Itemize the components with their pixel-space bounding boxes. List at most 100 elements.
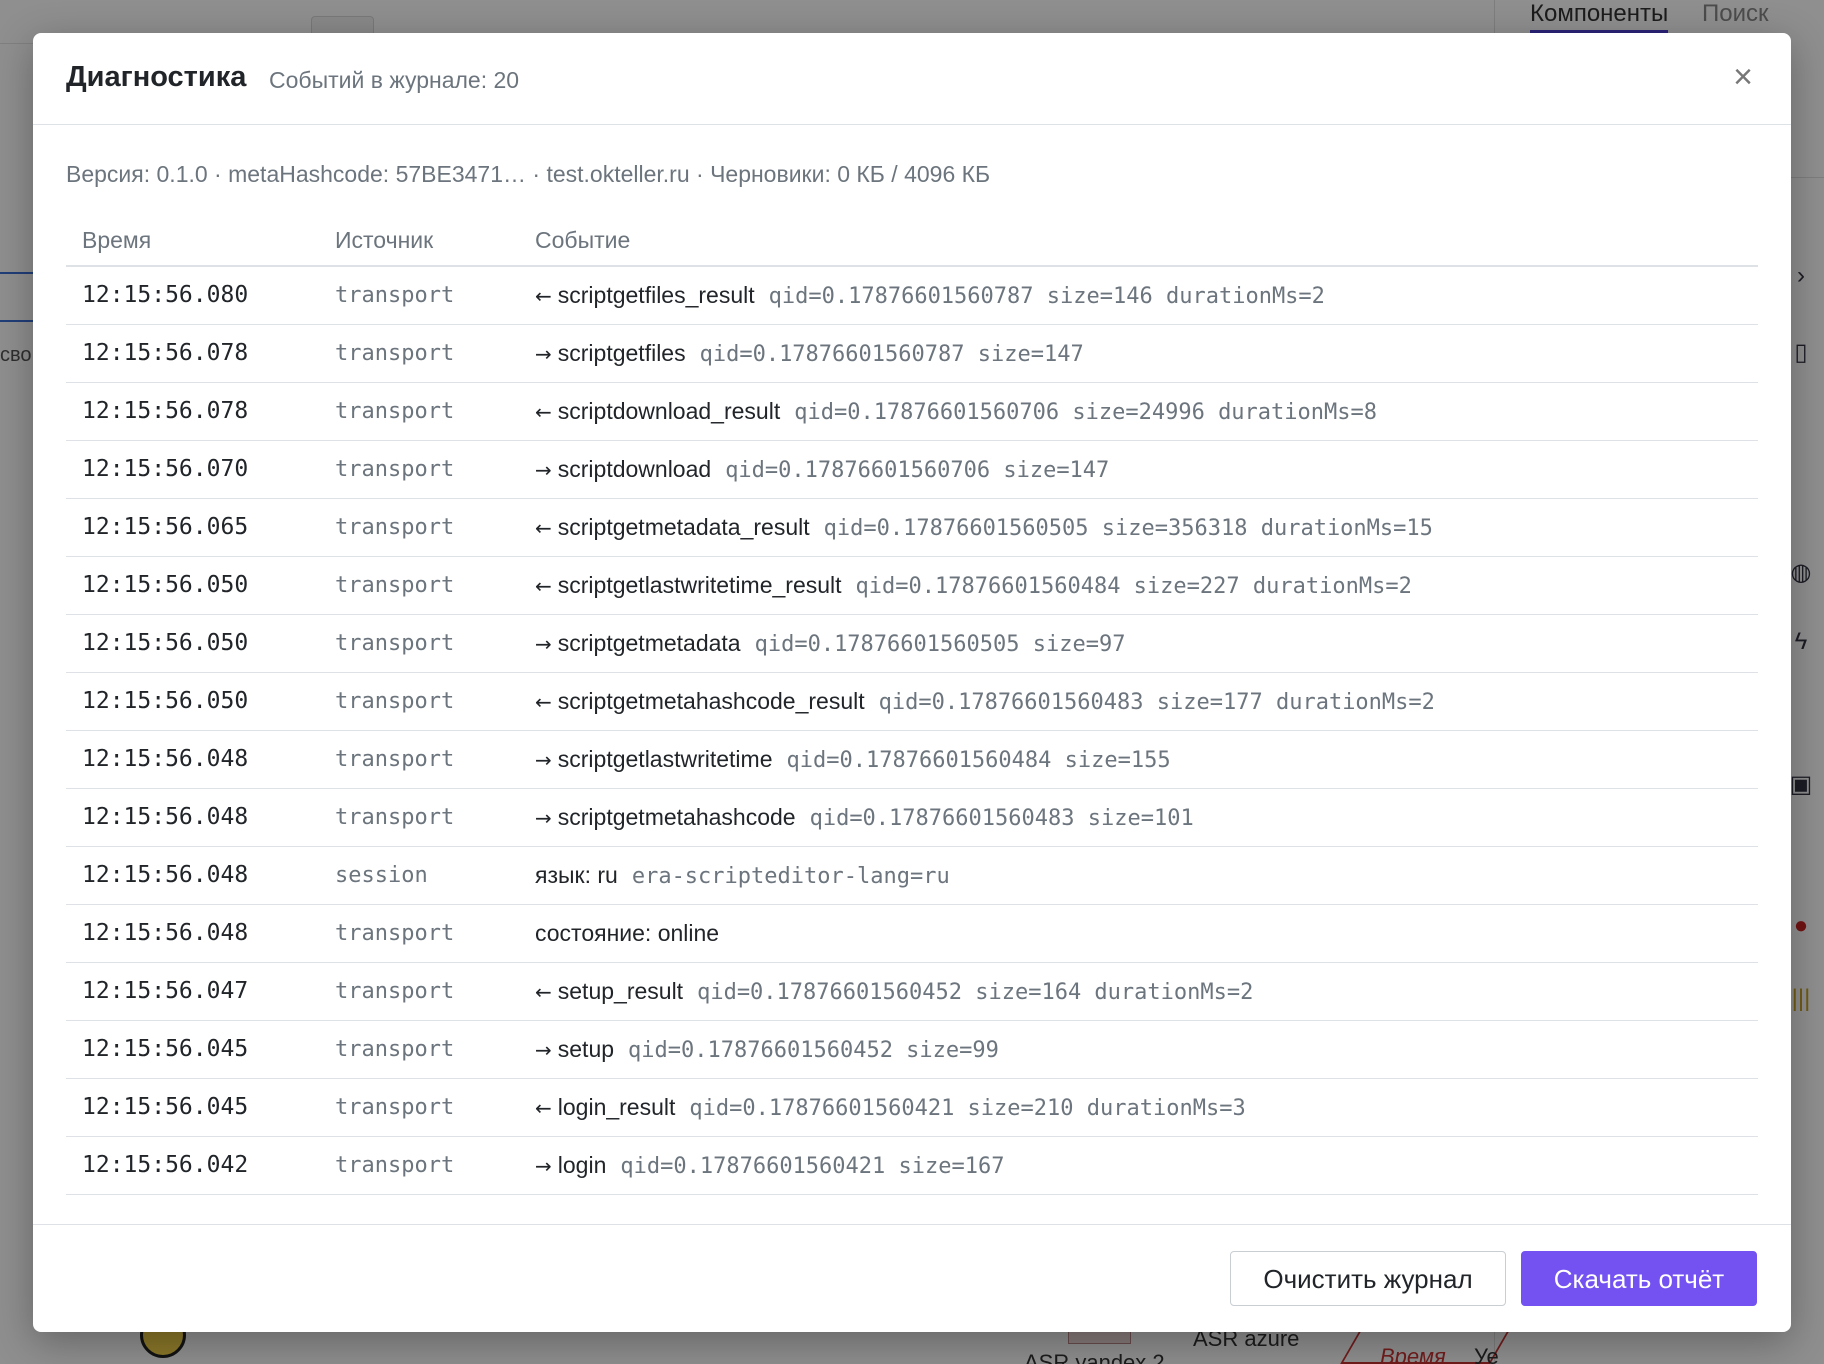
table-row: 12:15:56.048 transport → scriptgetlastwrite… — [66, 730, 1758, 789]
event-source: transport — [319, 266, 519, 325]
event-cell: → login qid=0.17876601560421 size=167 — [519, 1136, 1758, 1195]
event-source: transport — [319, 382, 519, 441]
event-detail: qid=0.17876601560787 size=147 — [699, 341, 1084, 367]
event-name: scriptgetlastwritetime_result — [557, 571, 842, 598]
event-cell: → scriptdownload qid=0.17876601560706 size… — [519, 440, 1758, 499]
event-time: 12:15:56.065 — [66, 498, 319, 557]
table-row: 12:15:56.050 transport ← scriptgetlastwrite… — [66, 556, 1758, 615]
event-cell: → setup qid=0.17876601560452 size=99 — [519, 1020, 1758, 1079]
event-cell: ← scriptgetmetadata_result qid=0.178766015… — [519, 498, 1758, 557]
event-detail: qid=0.17876601560505 size=356318 duratio… — [823, 515, 1433, 541]
event-cell: ← scriptdownload_result qid=0.178766015607… — [519, 382, 1758, 441]
direction-arrow-icon: ← — [535, 1095, 552, 1120]
event-count: Событий в журнале: 20 — [269, 67, 520, 93]
event-source: transport — [319, 672, 519, 731]
event-cell: ← login_result qid=0.17876601560421 size=2… — [519, 1078, 1758, 1137]
table-row: 12:15:56.047 transport ← setup_result qid=0.… — [66, 962, 1758, 1021]
direction-arrow-icon: ← — [535, 399, 552, 424]
diagnostics-info: Версия: 0.1.0 · metaHashcode: 57BE3471… … — [66, 161, 991, 187]
event-time: 12:15:56.048 — [66, 788, 319, 847]
event-cell: ← scriptgetlastwritetime_result qid=0.1787… — [519, 556, 1758, 615]
event-source: transport — [319, 614, 519, 673]
event-source: transport — [319, 324, 519, 383]
download-report-button[interactable]: Скачать отчёт — [1521, 1251, 1757, 1306]
event-time: 12:15:56.042 — [66, 1136, 319, 1195]
direction-arrow-icon: → — [535, 457, 552, 482]
table-row: 12:15:56.048 transport состояние: online — [66, 904, 1758, 963]
event-detail: qid=0.17876601560505 size=97 — [754, 631, 1126, 657]
event-name: scriptgetlastwritetime — [557, 745, 773, 772]
column-header-source: Источник — [319, 215, 519, 267]
direction-arrow-icon: → — [535, 341, 552, 366]
table-row: 12:15:56.065 transport ← scriptgetmetadata_… — [66, 498, 1758, 557]
event-detail: qid=0.17876601560452 size=99 — [628, 1037, 999, 1063]
table-row: 12:15:56.050 transport → scriptgetmetadata q… — [66, 614, 1758, 673]
event-detail: qid=0.17876601560706 size=24996 duration… — [794, 399, 1378, 425]
event-time: 12:15:56.070 — [66, 440, 319, 499]
event-source: session — [319, 846, 519, 905]
close-button[interactable]: × — [1723, 57, 1763, 97]
event-time: 12:15:56.050 — [66, 672, 319, 731]
event-cell: → scriptgetmetahashcode qid=0.178766015604… — [519, 788, 1758, 847]
event-source: transport — [319, 962, 519, 1021]
event-detail: qid=0.17876601560787 size=146 durationMs… — [768, 283, 1325, 309]
event-name: scriptdownload — [557, 455, 712, 482]
event-name: setup — [557, 1035, 615, 1062]
table-row: 12:15:56.048 session язык: ru era-scriptedi… — [66, 846, 1758, 905]
event-cell: язык: ru era-scripteditor-lang=ru — [519, 846, 1758, 905]
event-time: 12:15:56.048 — [66, 846, 319, 905]
table-row: 12:15:56.070 transport → scriptdownload qid=… — [66, 440, 1758, 499]
event-detail: qid=0.17876601560421 size=210 durationMs… — [689, 1095, 1246, 1121]
direction-arrow-icon: ← — [535, 283, 552, 308]
table-row: 12:15:56.078 transport ← scriptdownload_res… — [66, 382, 1758, 441]
event-source: transport — [319, 440, 519, 499]
clear-log-button[interactable]: Очистить журнал — [1230, 1251, 1506, 1306]
event-cell: ← scriptgetmetahashcode_result qid=0.17876… — [519, 672, 1758, 731]
event-cell: → scriptgetfiles qid=0.17876601560787 size… — [519, 324, 1758, 383]
direction-arrow-icon: → — [535, 1153, 552, 1178]
event-cell: состояние: online — [519, 904, 1758, 963]
event-time: 12:15:56.047 — [66, 962, 319, 1021]
event-source: transport — [319, 1078, 519, 1137]
event-source: transport — [319, 730, 519, 789]
event-name: scriptgetfiles_result — [557, 281, 755, 308]
direction-arrow-icon: → — [535, 747, 552, 772]
table-row: 12:15:56.050 transport ← scriptgetmetahashc… — [66, 672, 1758, 731]
event-name: язык: ru — [535, 861, 618, 888]
event-name: setup_result — [557, 977, 684, 1004]
event-source: transport — [319, 904, 519, 963]
event-time: 12:15:56.045 — [66, 1020, 319, 1079]
event-log-table: Время Источник Событие 12:15:56.080 trans… — [66, 215, 1758, 1195]
event-detail: qid=0.17876601560452 size=164 durationMs… — [697, 979, 1254, 1005]
direction-arrow-icon: ← — [535, 515, 552, 540]
event-time: 12:15:56.080 — [66, 266, 319, 325]
dialog-header: Диагностика Событий в журнале: 20 × — [33, 33, 1791, 125]
table-row: 12:15:56.078 transport → scriptgetfiles qid=… — [66, 324, 1758, 383]
event-time: 12:15:56.048 — [66, 730, 319, 789]
event-source: transport — [319, 556, 519, 615]
table-row: 12:15:56.048 transport → scriptgetmetahashc… — [66, 788, 1758, 847]
table-row: 12:15:56.045 transport ← login_result qid=0.… — [66, 1078, 1758, 1137]
table-row: 12:15:56.080 transport ← scriptgetfiles_res… — [66, 266, 1758, 325]
event-name: scriptgetmetahashcode — [557, 803, 796, 830]
event-detail: qid=0.17876601560706 size=147 — [725, 457, 1110, 483]
event-time: 12:15:56.078 — [66, 382, 319, 441]
event-cell: ← setup_result qid=0.17876601560452 size=1… — [519, 962, 1758, 1021]
event-name: состояние: online — [535, 919, 720, 946]
event-time: 12:15:56.078 — [66, 324, 319, 383]
event-detail: qid=0.17876601560484 size=155 — [786, 747, 1171, 773]
event-name: scriptgetmetadata — [557, 629, 741, 656]
direction-arrow-icon: → — [535, 1037, 552, 1062]
event-time: 12:15:56.050 — [66, 614, 319, 673]
event-name: login_result — [557, 1093, 676, 1120]
direction-arrow-icon: ← — [535, 689, 552, 714]
event-cell: ← scriptgetfiles_result qid=0.178766015607… — [519, 266, 1758, 325]
table-row: 12:15:56.045 transport → setup qid=0.1787660… — [66, 1020, 1758, 1079]
event-detail: qid=0.17876601560483 size=101 — [809, 805, 1194, 831]
direction-arrow-icon: → — [535, 631, 552, 656]
event-source: transport — [319, 1136, 519, 1195]
event-detail: qid=0.17876601560484 size=227 durationMs… — [855, 573, 1412, 599]
event-name: login — [557, 1151, 607, 1178]
table-header-row: Время Источник Событие — [66, 215, 1758, 267]
column-header-event: Событие — [519, 215, 1758, 267]
